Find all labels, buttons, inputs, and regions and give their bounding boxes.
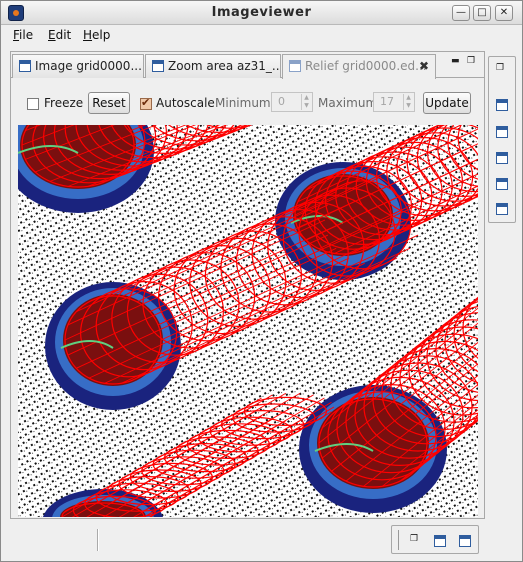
spin-arrows-icon[interactable]: ▲ ▼ xyxy=(403,94,413,110)
close-icon: ✕ xyxy=(499,7,509,18)
minimum-spinbox[interactable]: 0 ▲ ▼ xyxy=(271,92,313,112)
menu-help[interactable]: Help xyxy=(83,28,110,42)
window-icon xyxy=(289,60,301,72)
minimum-value: 0 xyxy=(278,95,285,108)
minimize-icon: — xyxy=(456,7,466,18)
freeze-checkbox[interactable] xyxy=(27,98,39,110)
relief-toolbar: Freeze Reset Autoscale Minimum 0 ▲▼ Maxi… xyxy=(12,79,483,125)
window-title: Imageviewer xyxy=(211,5,312,20)
relief-canvas xyxy=(18,125,478,517)
autoscale-label: Autoscale xyxy=(156,96,215,110)
menu-edit-mnemonic: E xyxy=(48,28,56,42)
tab-label: Image grid0000.... xyxy=(35,59,144,73)
menu-bar: File Edit Help xyxy=(1,25,522,47)
tab-relief-grid[interactable]: Relief grid0000.ed... ✖ xyxy=(282,54,436,79)
menu-help-label: elp xyxy=(92,28,111,42)
tab-zoom-area[interactable]: Zoom area az31_... xyxy=(145,54,281,78)
window-icon xyxy=(152,60,164,72)
autoscale-checkbox[interactable] xyxy=(140,96,152,110)
tab-bar: Image grid0000.... Zoom area az31_... Re… xyxy=(11,52,484,79)
float-icon[interactable]: ❐ xyxy=(410,534,418,544)
dock-window-icon[interactable] xyxy=(496,99,508,111)
dock-window-icon[interactable] xyxy=(434,535,446,547)
maximize-button[interactable]: □ xyxy=(473,5,491,21)
maximum-label: Maximum xyxy=(318,96,378,110)
dock-window-icon[interactable] xyxy=(496,152,508,164)
window-icon xyxy=(19,60,31,72)
reset-button[interactable]: Reset xyxy=(88,92,130,114)
tab-image-grid[interactable]: Image grid0000.... xyxy=(12,54,144,78)
relief-plot[interactable] xyxy=(18,125,478,517)
bottom-dock: ❐ xyxy=(391,525,479,554)
maximum-spinbox[interactable]: 17 ▲ ▼ xyxy=(373,92,415,112)
title-bar[interactable]: Imageviewer — □ ✕ xyxy=(1,1,522,25)
menu-edit-label: dit xyxy=(55,28,72,42)
imageviewer-window: Imageviewer — □ ✕ File Edit Help Image g… xyxy=(0,0,523,562)
tab-close-icon[interactable]: ✖ xyxy=(419,55,429,77)
menu-file-label: ile xyxy=(19,28,34,42)
menu-help-mnemonic: H xyxy=(83,28,93,42)
menu-edit[interactable]: Edit xyxy=(48,28,71,42)
dock-grip-handle[interactable] xyxy=(398,530,400,550)
tab-minimize-icon[interactable]: ▬ xyxy=(451,57,463,67)
dock-window-icon[interactable] xyxy=(496,178,508,190)
float-icon[interactable]: ❐ xyxy=(496,63,504,73)
status-bar: ❐ xyxy=(1,523,522,561)
dock-window-icon[interactable] xyxy=(496,126,508,138)
tab-float-icon[interactable]: ❐ xyxy=(467,57,479,67)
minimize-button[interactable]: — xyxy=(452,5,470,21)
minimum-label: Minimum xyxy=(215,96,271,110)
spin-arrows-icon[interactable]: ▲ ▼ xyxy=(301,94,311,110)
tab-label: Zoom area az31_... xyxy=(168,59,281,73)
peak-cap xyxy=(317,397,429,489)
tab-container: Image grid0000.... Zoom area az31_... Re… xyxy=(10,51,485,519)
close-button[interactable]: ✕ xyxy=(495,5,513,21)
freeze-label: Freeze xyxy=(44,96,84,110)
dock-window-icon[interactable] xyxy=(496,203,508,215)
dock-window-icon[interactable] xyxy=(459,535,471,547)
maximum-value: 17 xyxy=(380,95,394,108)
tab-label: Relief grid0000.ed... xyxy=(305,59,427,73)
menu-file[interactable]: File xyxy=(13,28,33,42)
side-dock: ❐ xyxy=(488,56,516,223)
status-separator xyxy=(97,529,99,551)
update-button[interactable]: Update xyxy=(423,92,471,114)
maximize-icon: □ xyxy=(477,7,487,18)
